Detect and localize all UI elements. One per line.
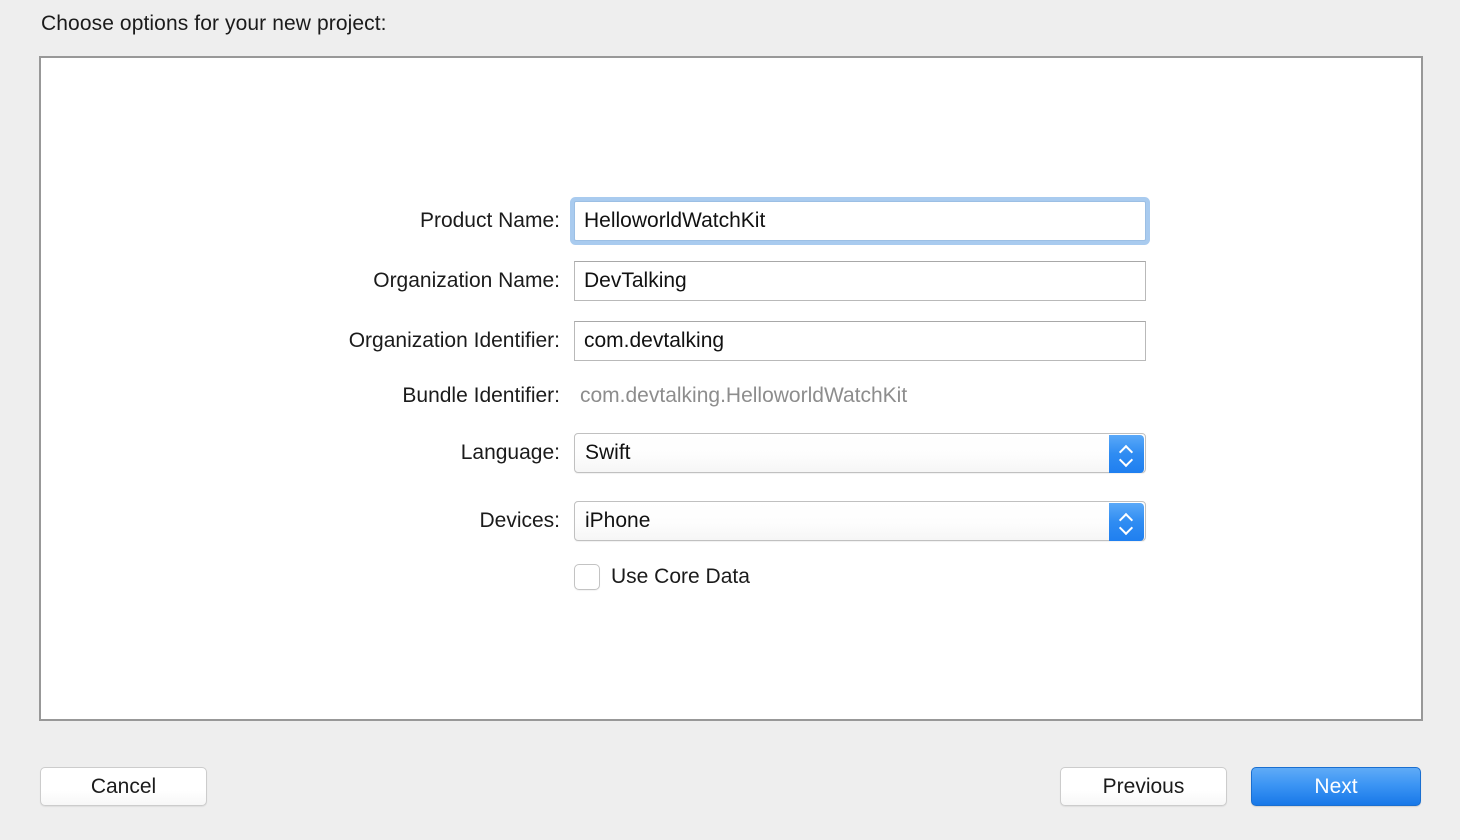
field-bundle-identifier: com.devtalking.HelloworldWatchKit [574, 376, 1146, 416]
field-organization-name [574, 261, 1146, 301]
field-organization-identifier [574, 321, 1146, 361]
page-title: Choose options for your new project: [41, 12, 387, 35]
language-selected-value: Swift [585, 441, 631, 464]
form-row-devices: Devices: iPhone [41, 501, 1421, 541]
use-core-data-label: Use Core Data [611, 565, 750, 588]
use-core-data-row[interactable]: Use Core Data [574, 564, 750, 590]
language-select[interactable]: Swift [574, 433, 1146, 473]
form-row-language: Language: Swift [41, 433, 1421, 473]
field-devices: iPhone [574, 501, 1146, 541]
chevron-up-icon [1120, 514, 1133, 521]
label-organization-name: Organization Name: [373, 269, 560, 292]
organization-name-input[interactable] [574, 261, 1146, 301]
form-row-organization-name: Organization Name: [41, 261, 1421, 301]
organization-identifier-input[interactable] [574, 321, 1146, 361]
label-language: Language: [460, 441, 560, 464]
form-row-organization-identifier: Organization Identifier: [41, 321, 1421, 361]
field-language: Swift [574, 433, 1146, 473]
field-product-name [574, 201, 1146, 241]
cancel-button[interactable]: Cancel [40, 767, 207, 806]
chevron-down-icon [1120, 524, 1133, 531]
product-name-field-wrap [574, 201, 1146, 241]
product-name-input[interactable] [574, 201, 1146, 241]
devices-stepper-icon[interactable] [1109, 503, 1144, 541]
previous-button[interactable]: Previous [1060, 767, 1227, 806]
next-button[interactable]: Next [1251, 767, 1421, 806]
label-product-name: Product Name: [419, 209, 560, 232]
label-devices: Devices: [479, 509, 560, 532]
options-panel: Product Name: Organization Name: Organiz… [39, 56, 1423, 721]
use-core-data-checkbox[interactable] [574, 564, 600, 590]
chevron-up-icon [1120, 446, 1133, 453]
devices-select[interactable]: iPhone [574, 501, 1146, 541]
label-organization-identifier: Organization Identifier: [348, 329, 560, 352]
form-row-product-name: Product Name: [41, 201, 1421, 241]
chevron-down-icon [1120, 456, 1133, 463]
language-stepper-icon[interactable] [1109, 435, 1144, 473]
bundle-identifier-value: com.devtalking.HelloworldWatchKit [580, 384, 908, 407]
form-row-bundle-identifier: Bundle Identifier: com.devtalking.Hellow… [41, 376, 1421, 416]
devices-selected-value: iPhone [585, 509, 651, 532]
label-bundle-identifier: Bundle Identifier: [402, 384, 560, 407]
